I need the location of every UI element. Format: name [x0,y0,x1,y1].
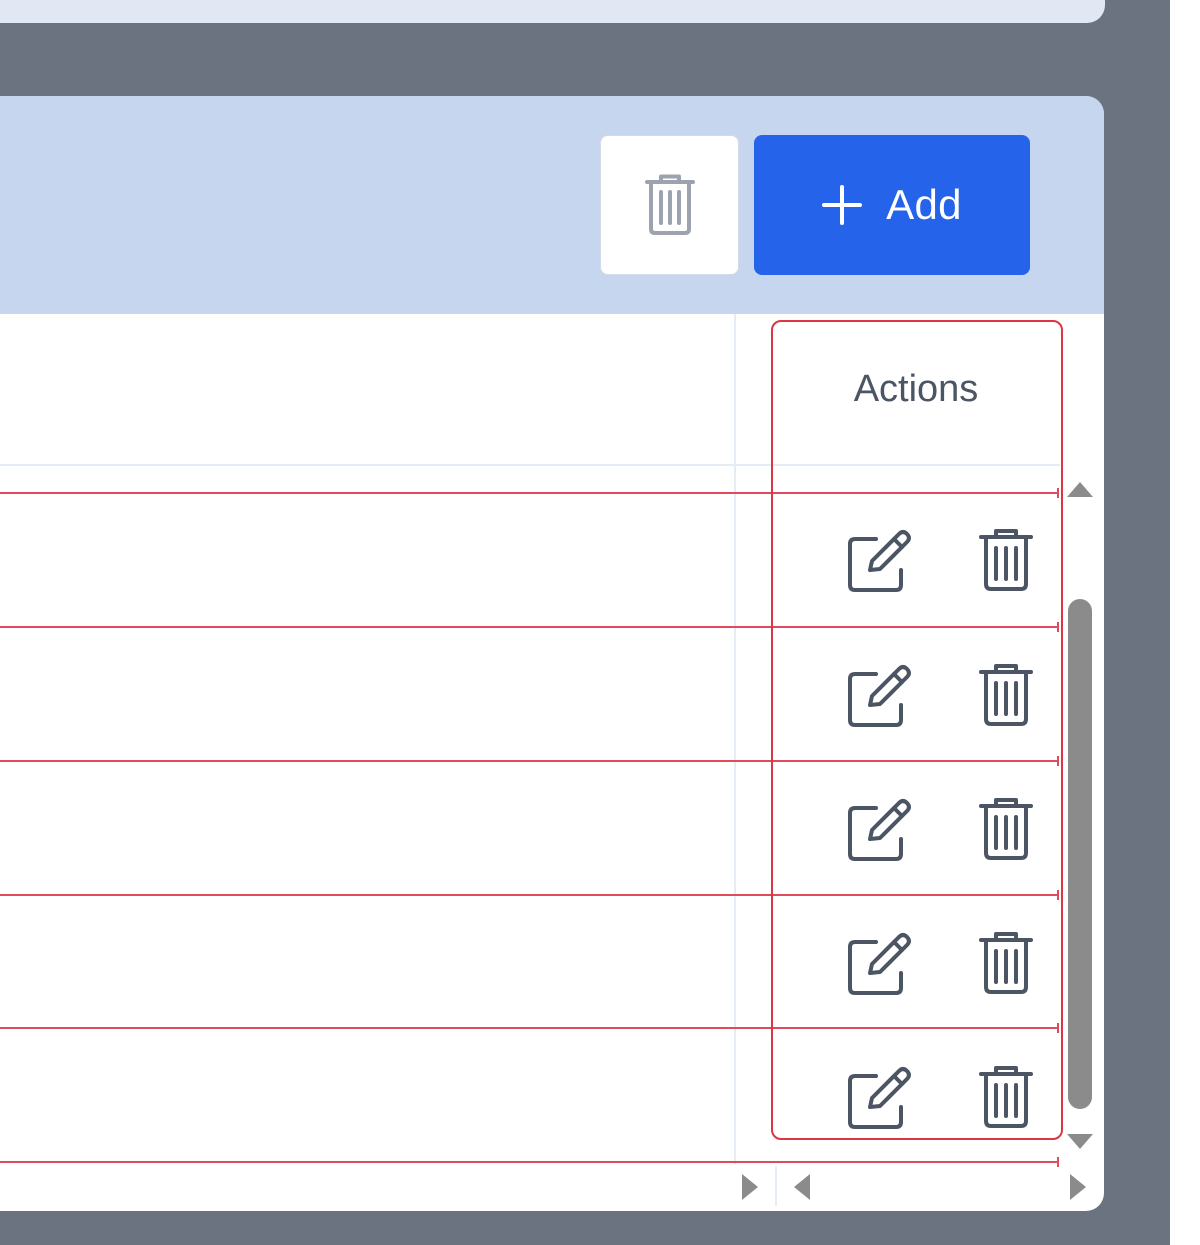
edit-icon [848,799,911,861]
trash-icon [644,174,695,235]
delete-button[interactable] [978,931,1042,997]
plus-icon [822,185,863,225]
edit-button[interactable] [846,663,912,729]
table-row [776,663,1058,795]
edit-icon [848,665,911,727]
table-row [776,528,1058,660]
row-border [0,488,1059,498]
trash-icon [979,798,1033,860]
previous-card [0,0,1105,23]
arrow-down-icon[interactable] [1067,1134,1093,1149]
table-row [776,1065,1058,1197]
arrow-right-icon[interactable] [742,1174,758,1200]
trash-icon [979,664,1033,726]
arrow-right-icon[interactable] [1070,1174,1086,1200]
delete-button[interactable] [978,663,1042,729]
delete-button[interactable] [978,797,1042,863]
add-button[interactable]: Add [754,135,1030,275]
edit-button[interactable] [846,797,912,863]
scrollbar-thumb[interactable] [1068,599,1092,1109]
delete-button[interactable] [978,1065,1042,1131]
edit-button[interactable] [846,931,912,997]
header-separator [0,464,1060,466]
edit-button[interactable] [846,528,912,594]
vertical-scrollbar[interactable] [1062,466,1098,1166]
edit-icon [848,530,911,592]
right-page-edge [1170,0,1200,1245]
arrow-left-icon[interactable] [794,1174,810,1200]
table-row [776,931,1058,1063]
trash-icon [979,1066,1033,1128]
trash-icon [979,529,1033,591]
table-toolbar: Add [0,96,1104,314]
bulk-delete-button[interactable] [600,135,739,275]
trash-icon [979,932,1033,994]
column-divider [734,314,736,1164]
add-button-label: Add [886,181,962,228]
horizontal-scroll-separator [775,1166,777,1206]
table-row [776,797,1058,929]
edit-icon [848,1067,911,1129]
actions-header-label: Actions [853,367,979,410]
delete-button[interactable] [978,528,1042,594]
arrow-up-icon[interactable] [1067,482,1093,497]
edit-button[interactable] [846,1065,912,1131]
actions-column-header[interactable]: Actions [776,314,1056,464]
data-table-panel: Add Actions [0,96,1104,1211]
edit-icon [848,933,911,995]
